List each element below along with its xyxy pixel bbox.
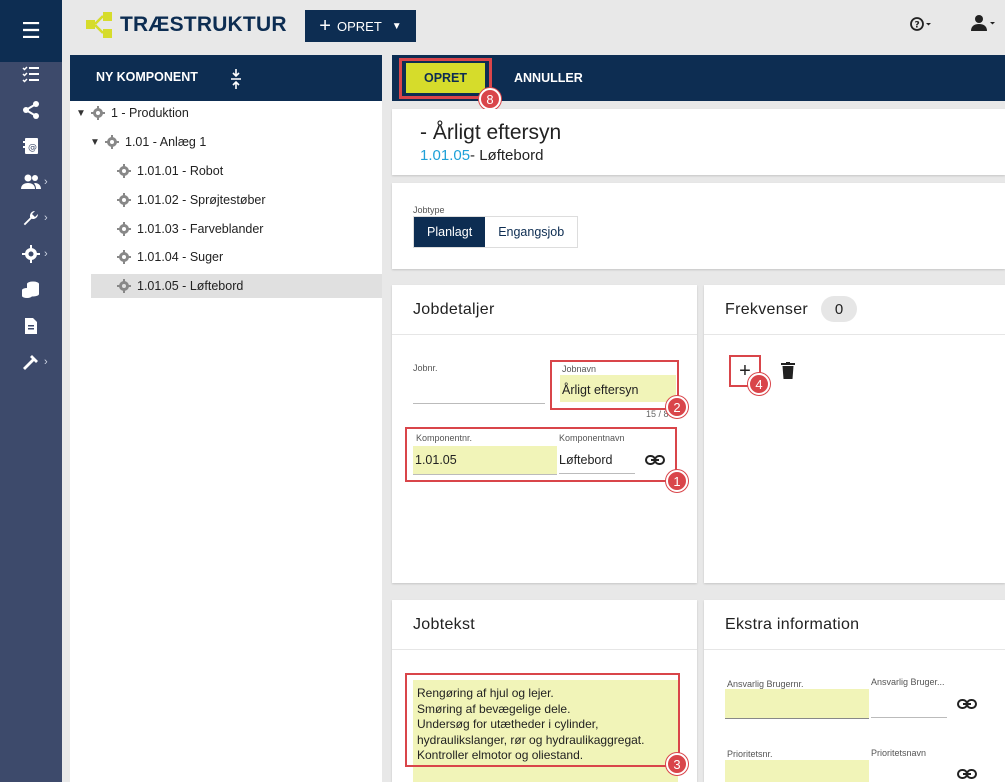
top-header: TRÆSTRUKTUR + OPRET ▼ ? [62,0,1005,55]
prioritetsnavn-label: Prioritetsnavn [871,748,927,758]
app-brand: TRÆSTRUKTUR [120,13,287,36]
divider [392,649,697,650]
card-title: Jobtekst [413,616,475,633]
jobtype-card: Jobtype Planlagt Engangsjob [392,183,1005,269]
gear-icon [117,222,131,236]
component-tree: ▼ 1 - Produktion ▼ 1.01 - Anlæg 1 1.01.0… [70,101,382,782]
card-title: Frekvenser [725,301,809,318]
tree-node[interactable]: 1.01.03 - Farveblander [116,217,376,241]
contacts-icon[interactable]: @ [0,128,62,164]
annotation-badge: 2 [666,396,688,418]
card-title: Ekstra information [725,616,860,633]
link-icon[interactable] [957,768,977,780]
database-icon[interactable] [0,272,62,308]
jobnr-label: Jobnr. [413,363,438,373]
tree-node-label: 1 - Produktion [111,106,189,120]
user-icon[interactable] [970,14,996,37]
jobtekst-card: Jobtekst Rengøring af hjul og lejer. Smø… [392,600,697,782]
link-icon[interactable] [957,698,977,710]
gear-icon[interactable]: › [0,236,62,272]
trash-icon[interactable] [781,362,795,379]
annotation-badge: 4 [748,373,770,395]
gear-icon [117,193,131,207]
ansvarlig-brugernr-input[interactable] [725,689,869,718]
gear-icon [117,250,131,264]
create-dropdown-button[interactable]: + OPRET ▼ [305,10,416,42]
prioritetsnr-label: Prioritetsnr. [727,749,773,759]
component-subtitle: 1.01.05- Løftebord [420,147,543,164]
tree-node-label: 1.01.01 - Robot [137,164,224,178]
svg-text:?: ? [915,21,920,31]
annotation-badge: 1 [666,470,688,492]
wrench-icon[interactable]: › [0,200,62,236]
jobtype-engangsjob[interactable]: Engangsjob [485,217,578,247]
jobtype-label: Jobtype [413,205,445,215]
annotation-box [405,427,677,482]
annotation-badge: 8 [479,88,501,110]
ansvarlig-bruger-label: Ansvarlig Bruger... [871,677,945,687]
jobtype-toggle: Planlagt Engangsjob [413,216,579,248]
tree-node-label: 1.01.05 - Løftebord [137,279,244,293]
new-component-button[interactable]: NY KOMPONENT [96,70,198,84]
users-icon[interactable]: › [0,164,62,200]
caret-down-icon: ▼ [391,20,402,32]
gear-icon [117,279,131,293]
page-title: - Årligt eftersyn [420,121,562,144]
jobtype-planlagt[interactable]: Planlagt [414,217,486,247]
annotation-box [550,360,679,410]
ansvarlig-bruger-input[interactable] [871,717,947,718]
svg-text:@: @ [28,143,37,153]
gear-icon [91,106,105,120]
gear-icon [117,164,131,178]
divider [392,334,697,335]
frekvenser-count: 0 [821,296,857,322]
gear-icon [105,135,119,149]
annotation-badge: 3 [666,753,688,775]
tree-node[interactable]: ▼ 1 - Produktion [76,101,376,125]
divider [704,334,1005,335]
collapse-vertical-icon[interactable] [230,67,242,94]
help-circle-icon[interactable]: ? [910,16,932,35]
ansvarlig-brugernr-label: Ansvarlig Brugernr. [727,679,804,689]
tree-node-label: 1.01 - Anlæg 1 [125,135,207,149]
divider [704,649,1005,650]
tree-node[interactable]: 1.01.02 - Sprøjtestøber [116,188,376,212]
frekvenser-card: Frekvenser 0 + [704,285,1005,583]
opret-button[interactable]: OPRET [406,63,485,93]
component-number-link[interactable]: 1.01.05 [420,147,470,164]
tree-node-label: 1.01.04 - Suger [137,250,224,264]
caret-down-icon[interactable]: ▼ [76,108,90,119]
tree-node[interactable]: 1.01.04 - Suger [116,245,376,269]
plus-icon: + [319,15,331,37]
prioritetsnr-input[interactable] [725,760,869,782]
tree-node[interactable]: ▼ 1.01 - Anlæg 1 [90,130,376,154]
app-sidebar: ☰ @ › › › › [0,0,62,782]
tree-node-label: 1.01.02 - Sprøjtestøber [137,193,266,207]
tree-structure-logo-icon [86,12,112,38]
tree-toolbar: NY KOMPONENT [70,55,382,101]
create-button-label: OPRET [336,18,382,34]
ekstra-information-card: Ekstra information Ansvarlig Brugernr. A… [704,600,1005,782]
component-name: - Løftebord [470,147,544,164]
caret-down-icon[interactable]: ▼ [90,137,104,148]
jobnr-input[interactable] [413,403,545,404]
hammer-icon[interactable]: › [0,344,62,380]
input-underline [725,718,869,719]
job-title-card: - Årligt eftersyn 1.01.05- Løftebord [392,109,1005,175]
document-icon[interactable] [0,308,62,344]
tree-node-selected[interactable]: 1.01.05 - Løftebord [91,274,382,298]
annuller-button[interactable]: ANNULLER [514,71,583,85]
tree-node[interactable]: 1.01.01 - Robot [116,159,376,183]
annotation-box [405,673,680,767]
share-nodes-icon[interactable] [0,92,62,128]
jobdetaljer-card: Jobdetaljer Jobnr. Jobnavn Årligt efters… [392,285,697,583]
card-title: Jobdetaljer [413,301,495,318]
list-check-icon[interactable] [0,56,62,92]
menu-icon[interactable]: ☰ [0,0,62,62]
tree-node-label: 1.01.03 - Farveblander [137,222,264,236]
